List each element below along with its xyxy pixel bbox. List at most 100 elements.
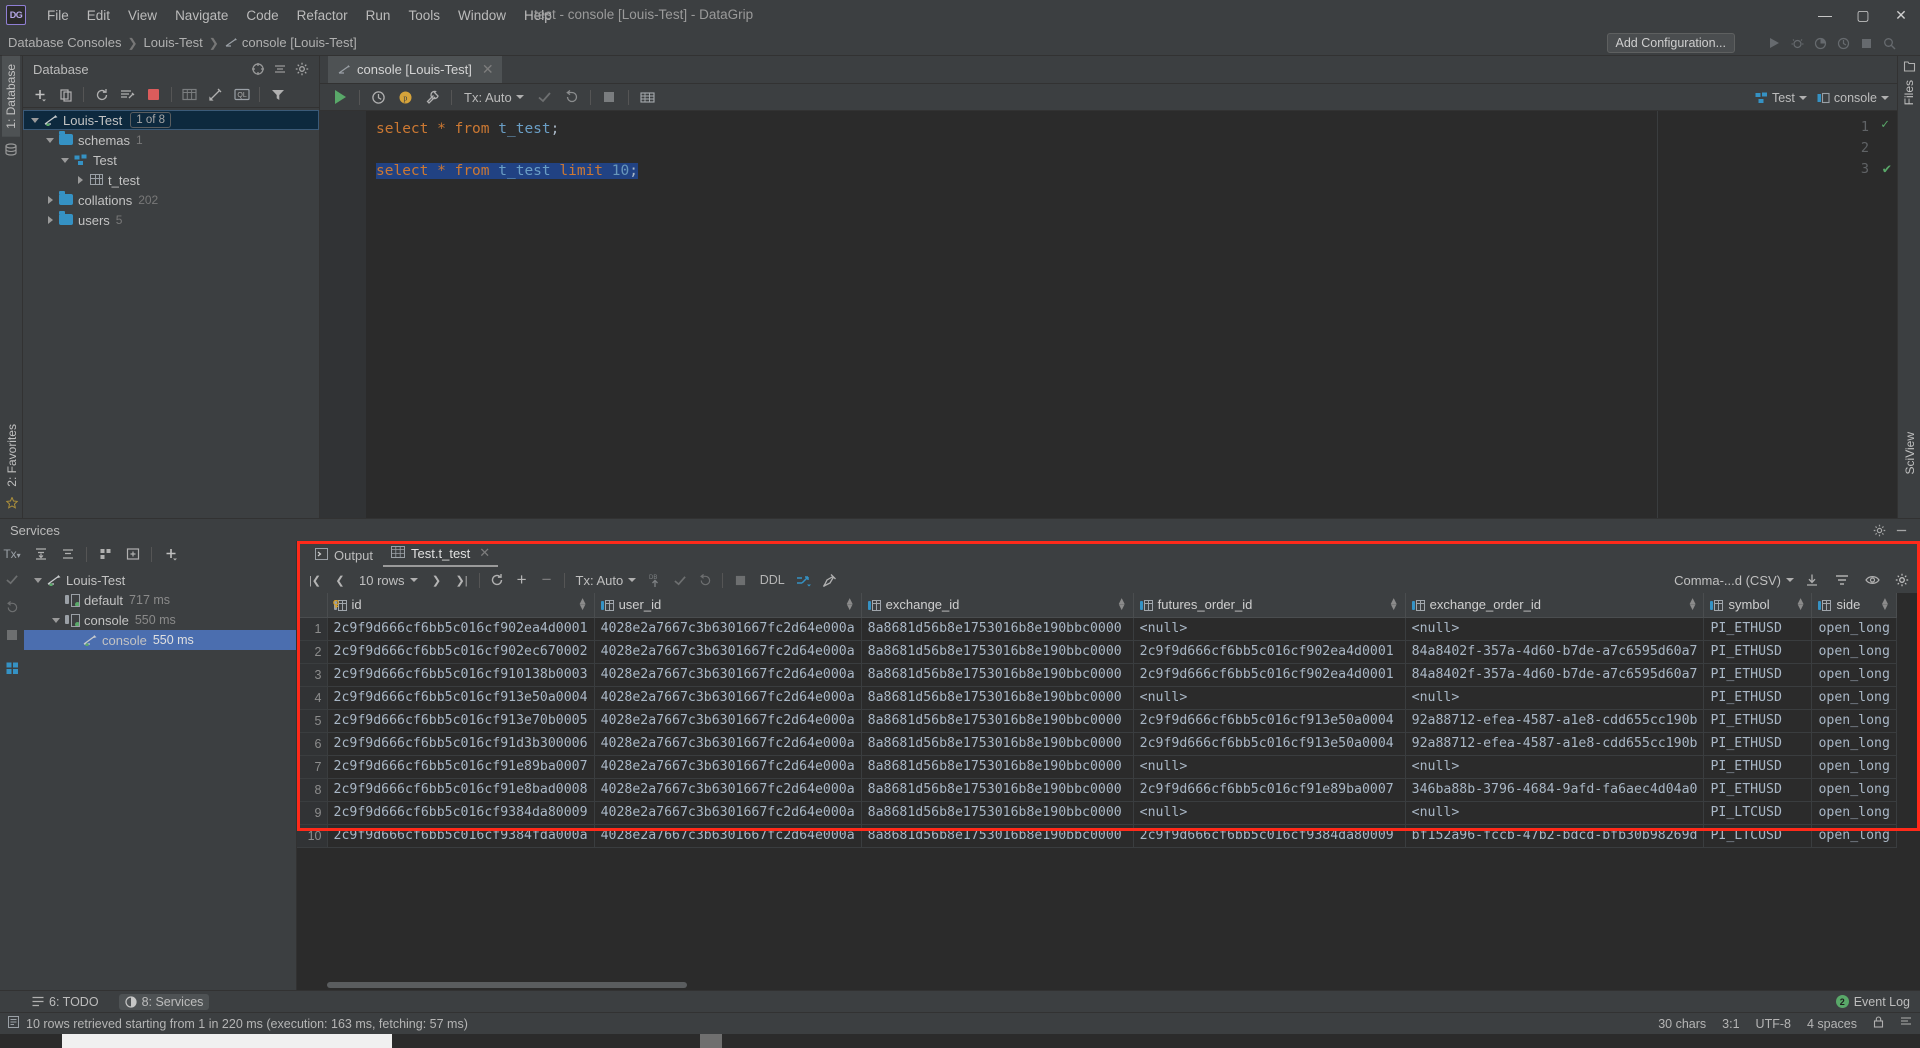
close-icon[interactable]: ✕ xyxy=(479,545,490,561)
cell-user_id[interactable]: 4028e2a7667c3b6301667fc2d64e000a xyxy=(594,640,862,664)
cell-id[interactable]: 2c9f9d666cf6bb5c016cf913e70b0005 xyxy=(327,709,595,733)
menu-item-file[interactable]: File xyxy=(38,5,78,26)
modify-icon[interactable] xyxy=(203,83,228,106)
pin-icon[interactable] xyxy=(817,569,841,591)
last-page-button[interactable]: ❯| xyxy=(450,569,474,591)
cell-side[interactable]: open_long xyxy=(1811,709,1897,733)
cell-side[interactable]: open_long xyxy=(1811,801,1897,825)
menu-item-edit[interactable]: Edit xyxy=(78,5,119,26)
add-icon[interactable] xyxy=(158,543,183,566)
db-tree-item-test[interactable]: Test xyxy=(23,150,319,170)
services-tree-item-2[interactable]: console 550 ms xyxy=(24,610,296,630)
postgres-icon[interactable]: p xyxy=(393,86,418,109)
ddl-button[interactable]: DDL xyxy=(753,569,791,591)
expand-arrow-icon[interactable] xyxy=(48,617,64,623)
breadcrumb-item-0[interactable]: Database Consoles xyxy=(8,35,121,50)
column-header-futures_order_id[interactable]: futures_order_id ▲ ▼ xyxy=(1133,593,1406,618)
cell-exchange_order_id[interactable]: <null> xyxy=(1405,801,1705,825)
cell-side[interactable]: open_long xyxy=(1811,640,1897,664)
row-number-header[interactable] xyxy=(297,593,328,618)
cell-side[interactable]: open_long xyxy=(1811,617,1897,641)
cell-user_id[interactable]: 4028e2a7667c3b6301667fc2d64e000a xyxy=(594,824,862,848)
minimize-button[interactable]: — xyxy=(1806,0,1844,30)
editor-gutter[interactable] xyxy=(320,111,366,518)
run-icon[interactable] xyxy=(1764,33,1785,54)
bottom-tab-todo[interactable]: 6: TODO xyxy=(26,994,105,1010)
collapse-arrow-icon[interactable] xyxy=(72,176,88,184)
cell-exchange_order_id[interactable]: bf152a96-fccb-47b2-bdcd-bfb30b98269d xyxy=(1405,824,1705,848)
rows-count-selector[interactable]: 10 rows xyxy=(353,573,424,588)
history-icon[interactable] xyxy=(366,86,391,109)
sidebar-tab-database[interactable]: 1: Database xyxy=(2,56,20,137)
status-encoding[interactable]: UTF-8 xyxy=(1756,1017,1791,1031)
cell-exchange_order_id[interactable]: 346ba88b-3796-4684-9afd-fa6aec4d04a0 xyxy=(1405,778,1705,802)
cell-exchange_id[interactable]: 8a8681d56b8e1753016b8e190bbc0000 xyxy=(861,663,1134,687)
cell-futures_order_id[interactable]: <null> xyxy=(1133,617,1406,641)
cell-exchange_id[interactable]: 8a8681d56b8e1753016b8e190bbc0000 xyxy=(861,640,1134,664)
stop-icon[interactable] xyxy=(1856,33,1877,54)
reload-icon[interactable] xyxy=(485,569,509,591)
row-number-cell[interactable]: 6 xyxy=(297,732,328,756)
stop-icon[interactable] xyxy=(597,86,622,109)
filter-icon[interactable] xyxy=(1830,569,1854,591)
services-tree[interactable]: Louis-Test default 717 ms console 550 ms cons… xyxy=(24,567,296,990)
cell-side[interactable]: open_long xyxy=(1811,663,1897,687)
cell-id[interactable]: 2c9f9d666cf6bb5c016cf902ec670002 xyxy=(327,640,595,664)
cell-futures_order_id[interactable]: <null> xyxy=(1133,801,1406,825)
cell-symbol[interactable]: PI_ETHUSD xyxy=(1703,778,1813,802)
cell-symbol[interactable]: PI_ETHUSD xyxy=(1703,617,1813,641)
cell-futures_order_id[interactable]: <null> xyxy=(1133,686,1406,710)
results-table[interactable]: id ▲ ▼ user_id ▲ ▼ exchange_id ▲ ▼ futures_order_… xyxy=(297,593,1897,848)
cell-exchange_id[interactable]: 8a8681d56b8e1753016b8e190bbc0000 xyxy=(861,709,1134,733)
row-number-cell[interactable]: 9 xyxy=(297,801,328,825)
breadcrumb-item-1[interactable]: Louis-Test xyxy=(144,35,203,50)
star-icon[interactable] xyxy=(5,496,18,512)
sql-editor[interactable]: ✓ 1 select * from t_test; 2 3 ✔ select * from… xyxy=(320,111,1897,518)
commit-icon[interactable] xyxy=(668,569,692,591)
inspection-icon[interactable] xyxy=(1900,1016,1912,1031)
sidebar-tab-favorites[interactable]: 2: Favorites xyxy=(3,418,21,493)
cell-exchange_id[interactable]: 8a8681d56b8e1753016b8e190bbc0000 xyxy=(861,801,1134,825)
files-icon[interactable] xyxy=(1903,60,1916,76)
row-number-cell[interactable]: 7 xyxy=(297,755,328,779)
schema-selector[interactable]: Test xyxy=(1755,91,1807,105)
expand-arrow-icon[interactable] xyxy=(27,117,43,123)
taskbar-window-1[interactable] xyxy=(62,1034,392,1048)
cell-exchange_order_id[interactable]: 92a88712-efea-4587-a1e8-cdd655cc190b xyxy=(1405,732,1705,756)
sidebar-tab-files[interactable]: Files xyxy=(1900,76,1918,109)
sort-toggle-icon[interactable]: ▲ ▼ xyxy=(845,596,855,612)
services-tree-item-0[interactable]: Louis-Test xyxy=(24,570,296,590)
column-header-user_id[interactable]: user_id ▲ ▼ xyxy=(594,593,862,618)
cell-futures_order_id[interactable]: 2c9f9d666cf6bb5c016cf902ea4d0001 xyxy=(1133,640,1406,664)
submit-icon[interactable]: DB xyxy=(643,569,667,591)
view-icon[interactable] xyxy=(1860,569,1884,591)
cell-side[interactable]: open_long xyxy=(1811,824,1897,848)
menu-item-view[interactable]: View xyxy=(119,5,166,26)
next-page-button[interactable]: ❯ xyxy=(425,569,449,591)
column-header-exchange_order_id[interactable]: exchange_order_id ▲ ▼ xyxy=(1405,593,1705,618)
cell-symbol[interactable]: PI_ETHUSD xyxy=(1703,709,1813,733)
row-number-cell[interactable]: 5 xyxy=(297,709,328,733)
bottom-tab-services[interactable]: 8: Services xyxy=(118,993,210,1010)
db-tree-item-louis-test[interactable]: Louis-Test 1 of 8 xyxy=(23,110,319,130)
data-editor-icon[interactable] xyxy=(635,86,660,109)
code-line-3[interactable]: select * from t_test limit 10; xyxy=(376,161,638,182)
cell-futures_order_id[interactable]: 2c9f9d666cf6bb5c016cf913e50a0004 xyxy=(1133,709,1406,733)
cell-user_id[interactable]: 4028e2a7667c3b6301667fc2d64e000a xyxy=(594,732,862,756)
settings-gear-icon[interactable] xyxy=(1890,569,1914,591)
sort-toggle-icon[interactable]: ▲ ▼ xyxy=(1796,596,1806,612)
scrollbar-thumb[interactable] xyxy=(327,982,687,988)
cell-exchange_order_id[interactable]: 84a8402f-357a-4d60-b7de-a7c6595d60a7 xyxy=(1405,663,1705,687)
tx-icon[interactable]: Tx▾ xyxy=(3,547,20,561)
prev-page-button[interactable]: ❮ xyxy=(328,569,352,591)
cell-exchange_id[interactable]: 8a8681d56b8e1753016b8e190bbc0000 xyxy=(861,824,1134,848)
delete-row-button[interactable]: − xyxy=(535,569,559,591)
db-tree-item-collations[interactable]: collations 202 xyxy=(23,190,319,210)
cell-id[interactable]: 2c9f9d666cf6bb5c016cf913e50a0004 xyxy=(327,686,595,710)
sort-toggle-icon[interactable]: ▲ ▼ xyxy=(1688,596,1698,612)
db-tree-item-schemas[interactable]: schemas 1 xyxy=(23,130,319,150)
session-selector[interactable]: console xyxy=(1817,91,1889,105)
tx-mode-selector[interactable]: Tx: Auto xyxy=(458,90,530,105)
table-row[interactable]: 8 2c9f9d666cf6bb5c016cf91e8bad0008 4028e2a… xyxy=(297,778,1897,802)
cell-exchange_id[interactable]: 8a8681d56b8e1753016b8e190bbc0000 xyxy=(861,686,1134,710)
